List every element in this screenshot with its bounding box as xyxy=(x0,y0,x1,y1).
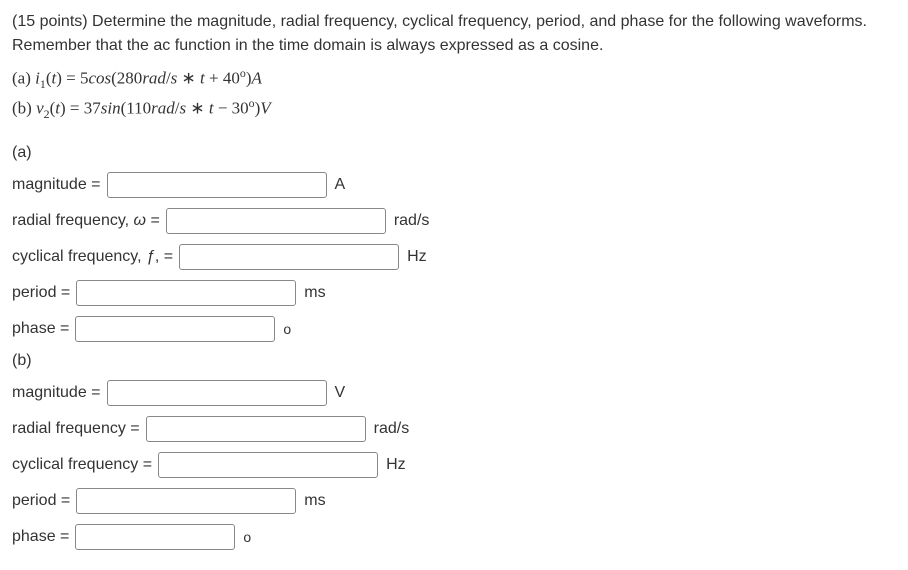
b-magnitude-unit: V xyxy=(335,384,346,402)
a-cycfreq-label-pre: cyclical frequency, xyxy=(12,248,146,265)
a-phase-unit: o xyxy=(283,321,291,337)
a-phase-row: phase = o xyxy=(12,316,896,342)
a-cycfreq-input[interactable] xyxy=(179,244,399,270)
a-period-label: period = xyxy=(12,284,70,302)
b-radfreq-row: radial frequency = rad/s xyxy=(12,416,896,442)
b-period-label: period = xyxy=(12,492,70,510)
a-radfreq-label-post: = xyxy=(146,212,160,229)
a-radfreq-symbol: ω xyxy=(134,212,146,229)
a-phase-label: phase = xyxy=(12,320,69,338)
a-radfreq-input[interactable] xyxy=(166,208,386,234)
problem-intro: (15 points) Determine the magnitude, rad… xyxy=(12,10,896,58)
a-cycfreq-label: cyclical frequency, ƒ, = xyxy=(12,248,173,266)
b-cycfreq-row: cyclical frequency = Hz xyxy=(12,452,896,478)
a-phase-input[interactable] xyxy=(75,316,275,342)
b-phase-input[interactable] xyxy=(75,524,235,550)
b-period-input[interactable] xyxy=(76,488,296,514)
a-magnitude-unit: A xyxy=(335,176,346,194)
a-radfreq-label-pre: radial frequency, xyxy=(12,212,134,229)
a-radfreq-row: radial frequency, ω = rad/s xyxy=(12,208,896,234)
a-period-row: period = ms xyxy=(12,280,896,306)
a-period-unit: ms xyxy=(304,284,325,302)
equation-a: (a) i1(t) = 5cos(280rad/s ∗ t + 40o)A xyxy=(12,64,896,94)
a-cycfreq-symbol: ƒ xyxy=(146,248,155,265)
b-radfreq-input[interactable] xyxy=(146,416,366,442)
section-b-label: (b) xyxy=(12,352,896,370)
b-phase-unit: o xyxy=(243,529,251,545)
b-phase-row: phase = o xyxy=(12,524,896,550)
a-radfreq-unit: rad/s xyxy=(394,212,430,230)
b-magnitude-input[interactable] xyxy=(107,380,327,406)
b-period-unit: ms xyxy=(304,492,325,510)
b-magnitude-label: magnitude = xyxy=(12,384,101,402)
b-cycfreq-unit: Hz xyxy=(386,456,406,474)
eq-b-prefix: (b) xyxy=(12,99,36,118)
a-magnitude-input[interactable] xyxy=(107,172,327,198)
b-radfreq-label: radial frequency = xyxy=(12,420,140,438)
b-radfreq-unit: rad/s xyxy=(374,420,410,438)
b-magnitude-row: magnitude = V xyxy=(12,380,896,406)
a-magnitude-label: magnitude = xyxy=(12,176,101,194)
a-cycfreq-row: cyclical frequency, ƒ, = Hz xyxy=(12,244,896,270)
section-a-label: (a) xyxy=(12,144,896,162)
a-magnitude-row: magnitude = A xyxy=(12,172,896,198)
a-radfreq-label: radial frequency, ω = xyxy=(12,212,160,230)
a-period-input[interactable] xyxy=(76,280,296,306)
eq-a-prefix: (a) xyxy=(12,69,35,88)
equation-b: (b) v2(t) = 37sin(110rad/s ∗ t − 30o)V xyxy=(12,94,896,124)
a-cycfreq-unit: Hz xyxy=(407,248,427,266)
b-period-row: period = ms xyxy=(12,488,896,514)
a-cycfreq-label-post: , = xyxy=(155,248,173,265)
b-cycfreq-label: cyclical frequency = xyxy=(12,456,152,474)
b-cycfreq-input[interactable] xyxy=(158,452,378,478)
b-phase-label: phase = xyxy=(12,528,69,546)
